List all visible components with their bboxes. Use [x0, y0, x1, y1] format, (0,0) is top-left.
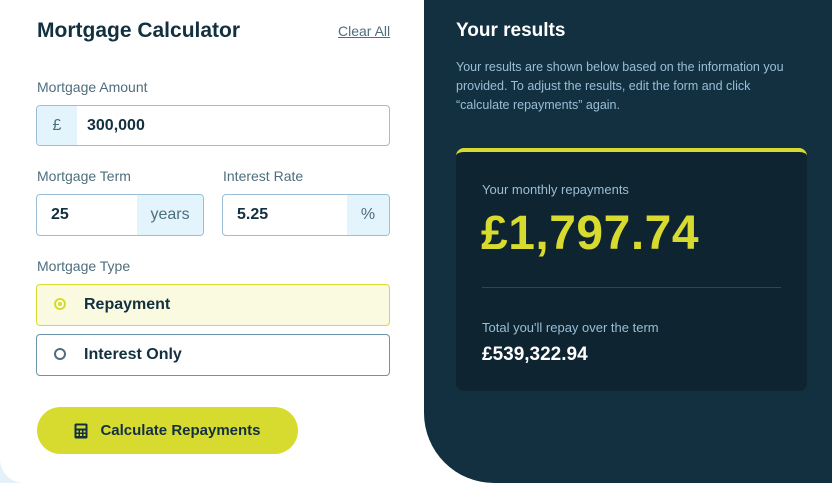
- calculate-button-label: Calculate Repayments: [100, 422, 261, 439]
- results-divider: [482, 287, 781, 288]
- monthly-repayments-label: Your monthly repayments: [482, 182, 629, 197]
- results-panel: Your results Your results are shown belo…: [424, 0, 832, 483]
- repayment-option[interactable]: Repayment: [36, 284, 390, 326]
- form-title: Mortgage Calculator: [37, 19, 241, 42]
- results-title: Your results: [456, 20, 566, 41]
- interest-rate-field[interactable]: 5.25 %: [222, 194, 390, 236]
- radio-selected-icon: [54, 298, 66, 310]
- monthly-repayments-value: £1,797.74: [481, 207, 700, 260]
- results-box: Your monthly repayments £1,797.74 Total …: [456, 148, 807, 391]
- mortgage-amount-label: Mortgage Amount: [37, 79, 148, 95]
- calculator-icon: [74, 423, 88, 438]
- interest-only-option[interactable]: Interest Only: [36, 334, 390, 376]
- mortgage-term-value: 25: [51, 206, 69, 223]
- results-description: Your results are shown below based on th…: [456, 60, 784, 112]
- currency-prefix: £: [37, 106, 77, 145]
- clear-all-link[interactable]: Clear All: [338, 23, 390, 39]
- repayment-option-label: Repayment: [84, 296, 171, 313]
- mortgage-term-label: Mortgage Term: [37, 168, 131, 184]
- mortgage-amount-value: 300,000: [87, 116, 145, 134]
- rate-suffix: %: [347, 195, 389, 235]
- term-suffix: years: [137, 195, 203, 235]
- mortgage-amount-field[interactable]: £ 300,000: [36, 105, 390, 146]
- total-repay-label: Total you'll repay over the term: [482, 320, 659, 335]
- interest-rate-label: Interest Rate: [223, 168, 304, 184]
- calculator-card: Mortgage Calculator Clear All Mortgage A…: [0, 0, 832, 483]
- mortgage-term-field[interactable]: 25 years: [36, 194, 204, 236]
- radio-unselected-icon: [54, 348, 66, 360]
- interest-rate-value: 5.25: [237, 206, 269, 223]
- form-panel: Mortgage Calculator Clear All Mortgage A…: [0, 0, 424, 483]
- total-repay-value: £539,322.94: [482, 344, 588, 365]
- calculate-repayments-button[interactable]: Calculate Repayments: [37, 407, 298, 454]
- mortgage-type-label: Mortgage Type: [37, 258, 131, 274]
- interest-only-option-label: Interest Only: [84, 346, 182, 363]
